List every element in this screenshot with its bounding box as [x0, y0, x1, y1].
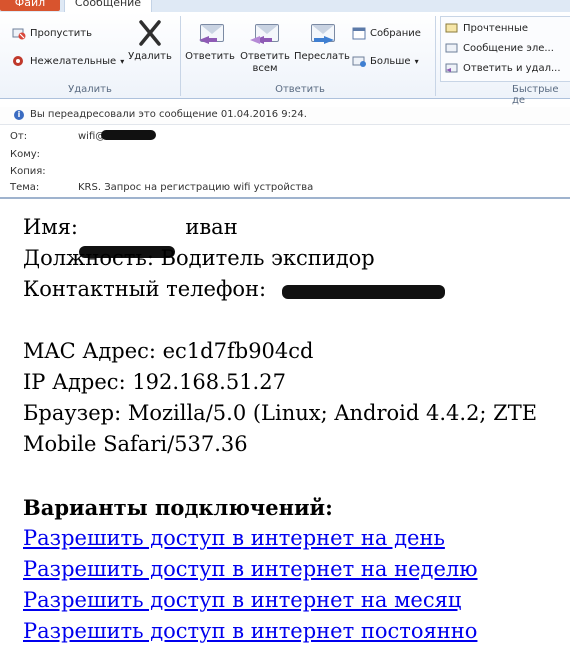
mac-line: MAC Адрес: ec1d7fb904cd	[23, 339, 314, 363]
tab-file[interactable]: Файл	[0, 0, 60, 11]
group-quick-label: Быстрые де	[512, 84, 559, 106]
reply-label: Ответить	[185, 51, 235, 62]
ignore-button[interactable]: Пропустить	[12, 26, 92, 40]
delete-label: Удалить	[128, 51, 172, 62]
to-label: Кому:	[10, 149, 41, 160]
link-month[interactable]: Разрешить доступ в интернет на месяц	[23, 585, 461, 616]
more-icon	[352, 54, 366, 68]
position-line: Должность: Водитель экспидор	[23, 246, 375, 270]
ignore-icon	[12, 26, 26, 40]
reply-all-label-2: всем	[252, 63, 278, 74]
junk-label: Нежелательные	[30, 55, 117, 67]
chevron-down-icon: ▾	[120, 56, 125, 66]
ribbon: Пропустить Нежелательные ▾ Удалить Удали…	[0, 12, 570, 106]
info-text: Вы переадресовали это сообщение 01.04.20…	[30, 109, 307, 120]
from-label: От:	[10, 131, 28, 142]
subject-value: KRS. Запрос на регистрацию wifi устройст…	[78, 182, 314, 193]
reply-all-icon	[250, 18, 280, 48]
link-week[interactable]: Разрешить доступ в интернет на неделю	[23, 554, 478, 585]
redaction-mark	[101, 130, 156, 140]
phone-prefix: Контактный телефон:	[23, 277, 267, 301]
reply-all-button[interactable]: Ответить всем	[238, 18, 292, 75]
phone-line: Контактный телефон:	[23, 274, 266, 305]
browser-line: Браузер: Mozilla/5.0 (Linux; Android 4.4…	[23, 401, 538, 425]
quick-step-reply-delete[interactable]: Ответить и удал...	[445, 61, 561, 75]
forward-icon	[306, 18, 336, 48]
envelope-icon	[445, 21, 459, 35]
name-prefix: Имя:	[23, 215, 78, 239]
forward-button[interactable]: Переслать	[294, 18, 350, 63]
link-permanent[interactable]: Разрешить доступ в интернет постоянно	[23, 616, 477, 647]
group-delete-label: Удалить	[68, 84, 112, 95]
delete-icon	[135, 18, 165, 48]
name-suffix: иван	[185, 215, 238, 239]
reply-icon	[195, 18, 225, 48]
meeting-button[interactable]: Собрание	[352, 26, 421, 40]
junk-icon	[12, 54, 26, 68]
name-line: Имя: иван	[23, 212, 238, 258]
subject-label: Тема:	[10, 182, 40, 193]
group-separator	[435, 16, 436, 96]
quick-step-message-label: Сообщение эле...	[463, 42, 554, 54]
browser-line-2: Mobile Safari/537.36	[23, 432, 248, 456]
info-bar: i Вы переадресовали это сообщение 01.04.…	[0, 107, 570, 125]
redaction-mark	[282, 285, 445, 299]
delete-button[interactable]: Удалить	[128, 18, 172, 63]
group-reply-label: Ответить	[275, 84, 325, 95]
ignore-label: Пропустить	[30, 27, 92, 39]
quick-step-message[interactable]: Сообщение эле...	[445, 41, 554, 55]
options-title: Варианты подключений:	[23, 495, 333, 520]
chevron-down-icon: ▾	[414, 56, 419, 66]
quick-step-reply-delete-label: Ответить и удал...	[463, 62, 561, 74]
ip-line: IP Адрес: 192.168.51.27	[23, 370, 286, 394]
forward-label: Переслать	[294, 51, 350, 62]
calendar-icon	[352, 26, 366, 40]
quick-step-read[interactable]: Прочтенные	[445, 21, 528, 35]
quick-steps-gallery: Прочтенные Сообщение эле... Ответить и у…	[440, 16, 570, 82]
junk-button[interactable]: Нежелательные ▾	[12, 54, 124, 68]
reply-button[interactable]: Ответить	[184, 18, 236, 63]
more-button[interactable]: Больше ▾	[352, 54, 419, 68]
info-icon: i	[14, 110, 24, 120]
meeting-label: Собрание	[370, 27, 421, 39]
quick-step-read-label: Прочтенные	[463, 22, 528, 34]
reply-all-label-1: Ответить	[240, 51, 290, 62]
reply-delete-icon	[445, 61, 459, 75]
cc-label: Копия:	[10, 166, 46, 177]
link-day[interactable]: Разрешить доступ в интернет на день	[23, 523, 445, 554]
group-separator	[180, 16, 181, 96]
envelope-icon	[445, 41, 459, 55]
header-divider	[0, 197, 570, 199]
more-label: Больше	[370, 55, 411, 67]
